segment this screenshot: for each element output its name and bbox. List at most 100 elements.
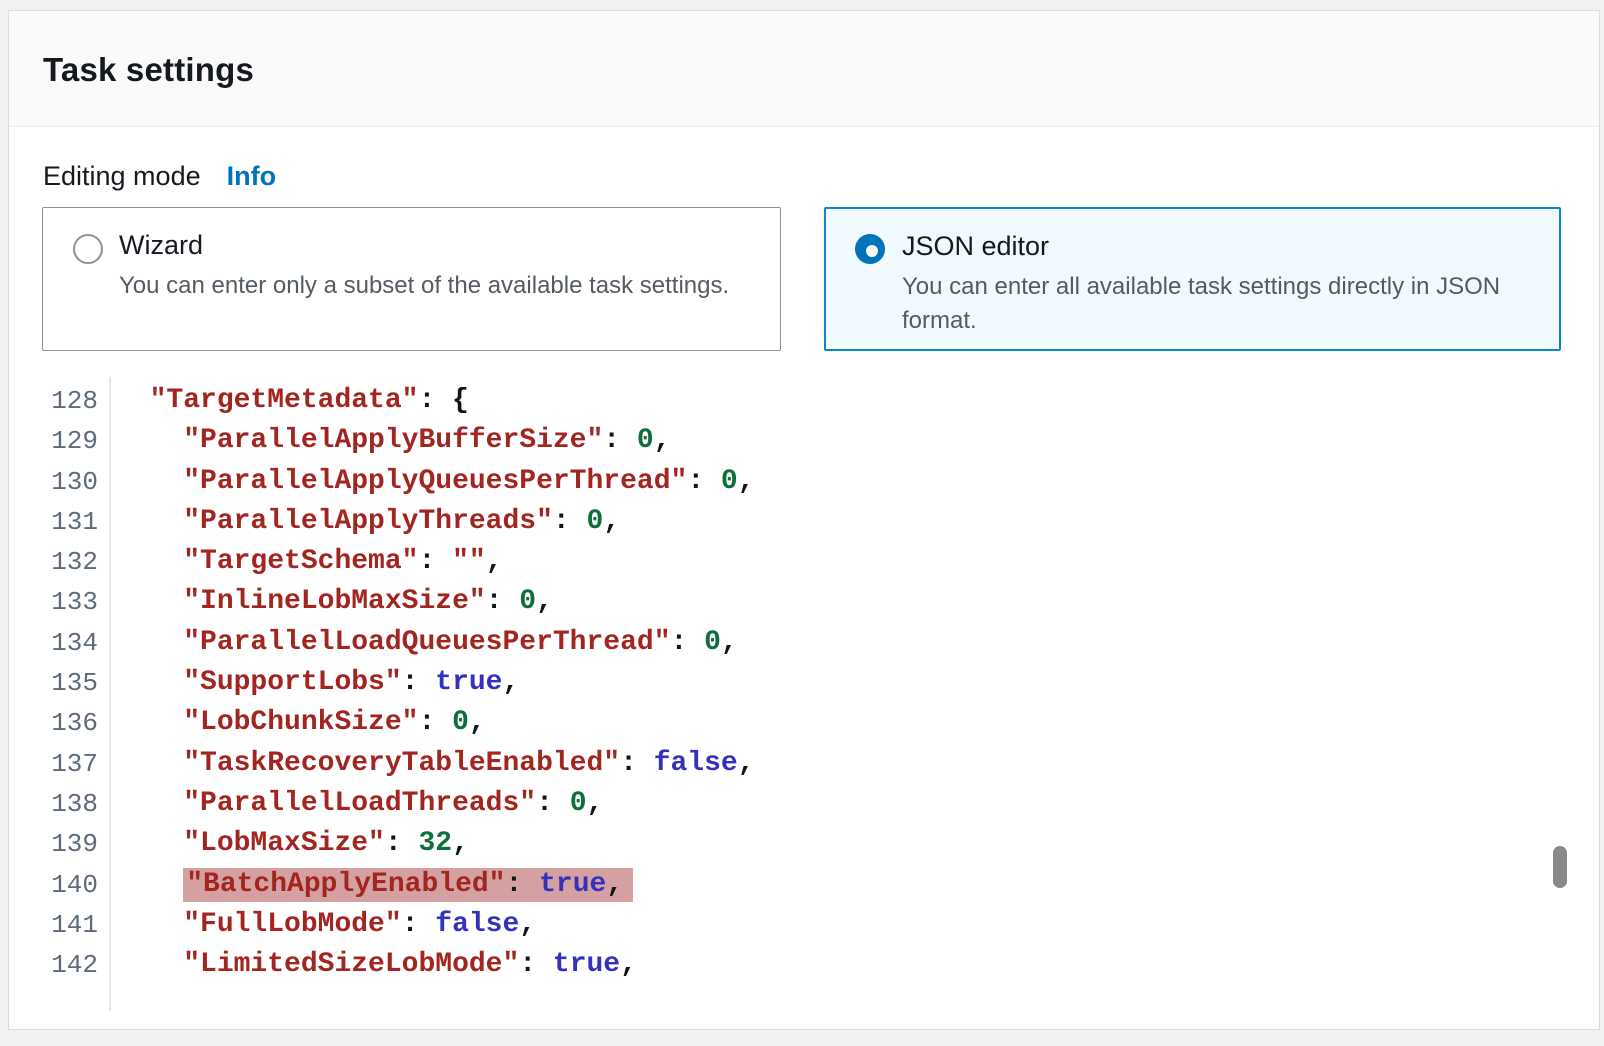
- line-number: 134: [47, 623, 98, 663]
- code-token: false: [435, 909, 519, 940]
- code-line[interactable]: 142 "LimitedSizeLobMode": true,: [47, 945, 1507, 985]
- code-token: :: [385, 828, 419, 859]
- code-token: : {: [418, 385, 468, 416]
- code-text: "InlineLobMaxSize": 0,: [116, 582, 553, 622]
- code-text: "LobMaxSize": 32,: [116, 824, 469, 864]
- code-line[interactable]: 139 "LobMaxSize": 32,: [47, 824, 1507, 864]
- tile-json-body: JSON editor You can enter all available …: [902, 231, 1533, 338]
- code-line[interactable]: 129 "ParallelApplyBufferSize": 0,: [47, 421, 1507, 461]
- code-line[interactable]: 132 "TargetSchema": "",: [47, 542, 1507, 582]
- code-line[interactable]: 130 "ParallelApplyQueuesPerThread": 0,: [47, 462, 1507, 502]
- code-text: "ParallelApplyBufferSize": 0,: [116, 421, 671, 461]
- code-line[interactable]: 135 "SupportLobs": true,: [47, 663, 1507, 703]
- code-token: :: [620, 748, 654, 779]
- code-token: 0: [452, 707, 469, 738]
- json-code-editor[interactable]: 128 "TargetMetadata": {129 "ParallelAppl…: [47, 381, 1507, 1021]
- code-token: ,: [654, 425, 671, 456]
- code-token: "ParallelLoadThreads": [183, 788, 536, 819]
- code-token: false: [654, 748, 738, 779]
- line-number: 128: [47, 381, 98, 421]
- code-line[interactable]: 138 "ParallelLoadThreads": 0,: [47, 784, 1507, 824]
- radio-wizard[interactable]: [73, 234, 103, 264]
- code-line[interactable]: 140 "BatchApplyEnabled": true,: [47, 865, 1507, 905]
- code-line[interactable]: 141 "FullLobMode": false,: [47, 905, 1507, 945]
- code-token: "ParallelApplyQueuesPerThread": [183, 466, 687, 497]
- radio-json-editor[interactable]: [855, 234, 885, 264]
- code-token: ,: [738, 466, 755, 497]
- code-token: "LobChunkSize": [183, 707, 418, 738]
- code-line[interactable]: 136 "LobChunkSize": 0,: [47, 703, 1507, 743]
- code-token: 0: [721, 466, 738, 497]
- code-line[interactable]: 128 "TargetMetadata": {: [47, 381, 1507, 421]
- code-token: ,: [606, 869, 623, 900]
- code-token: ,: [469, 707, 486, 738]
- line-number: 133: [47, 582, 98, 622]
- scrollbar-thumb[interactable]: [1553, 846, 1567, 888]
- code-text: "LobChunkSize": 0,: [116, 703, 486, 743]
- code-line[interactable]: 131 "ParallelApplyThreads": 0,: [47, 502, 1507, 542]
- tile-title: JSON editor: [902, 231, 1533, 262]
- code-token: "ParallelApplyBufferSize": [183, 425, 603, 456]
- page-title: Task settings: [43, 51, 254, 89]
- code-token: true: [539, 869, 606, 900]
- code-text: "LimitedSizeLobMode": true,: [116, 945, 637, 985]
- code-token: ,: [452, 828, 469, 859]
- tile-wizard-body: Wizard You can enter only a subset of th…: [119, 230, 754, 303]
- code-token: 0: [519, 586, 536, 617]
- code-token: ,: [738, 748, 755, 779]
- code-text: "TargetMetadata": {: [116, 381, 469, 421]
- line-number: 131: [47, 502, 98, 542]
- code-text: "BatchApplyEnabled": true,: [116, 865, 633, 905]
- panel-header: Task settings: [9, 11, 1599, 127]
- code-token: ,: [519, 909, 536, 940]
- code-token: ,: [620, 949, 637, 980]
- code-token: ,: [486, 546, 503, 577]
- tile-description: You can enter only a subset of the avail…: [119, 269, 754, 303]
- line-number: 129: [47, 421, 98, 461]
- line-number: 139: [47, 824, 98, 864]
- tile-description: You can enter all available task setting…: [902, 270, 1522, 338]
- code-token: :: [671, 627, 705, 658]
- info-link[interactable]: Info: [227, 161, 276, 191]
- line-number: 141: [47, 905, 98, 945]
- code-token: :: [486, 586, 520, 617]
- code-token: :: [402, 909, 436, 940]
- code-token: ,: [603, 506, 620, 537]
- code-token: :: [402, 667, 436, 698]
- code-line[interactable]: 134 "ParallelLoadQueuesPerThread": 0,: [47, 623, 1507, 663]
- code-token: :: [505, 869, 539, 900]
- code-token: ,: [721, 627, 738, 658]
- code-token: 0: [570, 788, 587, 819]
- tile-json-editor[interactable]: JSON editor You can enter all available …: [824, 207, 1561, 351]
- code-token: "TaskRecoveryTableEnabled": [183, 748, 620, 779]
- code-token: true: [435, 667, 502, 698]
- task-settings-panel: Task settings Editing modeInfo Wizard Yo…: [8, 10, 1600, 1030]
- code-text: "TaskRecoveryTableEnabled": false,: [116, 744, 755, 784]
- code-text: "ParallelLoadQueuesPerThread": 0,: [116, 623, 738, 663]
- code-token: "": [452, 546, 486, 577]
- code-lines: 128 "TargetMetadata": {129 "ParallelAppl…: [47, 381, 1507, 985]
- code-token: "LobMaxSize": [183, 828, 385, 859]
- code-line[interactable]: 137 "TaskRecoveryTableEnabled": false,: [47, 744, 1507, 784]
- code-token: 32: [418, 828, 452, 859]
- line-number: 135: [47, 663, 98, 703]
- code-token: "ParallelApplyThreads": [183, 506, 553, 537]
- code-line[interactable]: 133 "InlineLobMaxSize": 0,: [47, 582, 1507, 622]
- editing-mode-row: Editing modeInfo: [43, 161, 276, 192]
- code-token: 0: [637, 425, 654, 456]
- code-token: ,: [536, 586, 553, 617]
- code-token: "FullLobMode": [183, 909, 401, 940]
- code-token: ,: [502, 667, 519, 698]
- tile-title: Wizard: [119, 230, 754, 261]
- tile-wizard[interactable]: Wizard You can enter only a subset of th…: [42, 207, 781, 351]
- code-text: "ParallelApplyQueuesPerThread": 0,: [116, 462, 755, 502]
- code-token: "ParallelLoadQueuesPerThread": [183, 627, 670, 658]
- code-token: :: [519, 949, 553, 980]
- code-token: :: [687, 466, 721, 497]
- line-number: 138: [47, 784, 98, 824]
- line-number: 136: [47, 703, 98, 743]
- line-number: 130: [47, 462, 98, 502]
- line-number: 132: [47, 542, 98, 582]
- line-number: 137: [47, 744, 98, 784]
- code-token: "BatchApplyEnabled": [186, 869, 505, 900]
